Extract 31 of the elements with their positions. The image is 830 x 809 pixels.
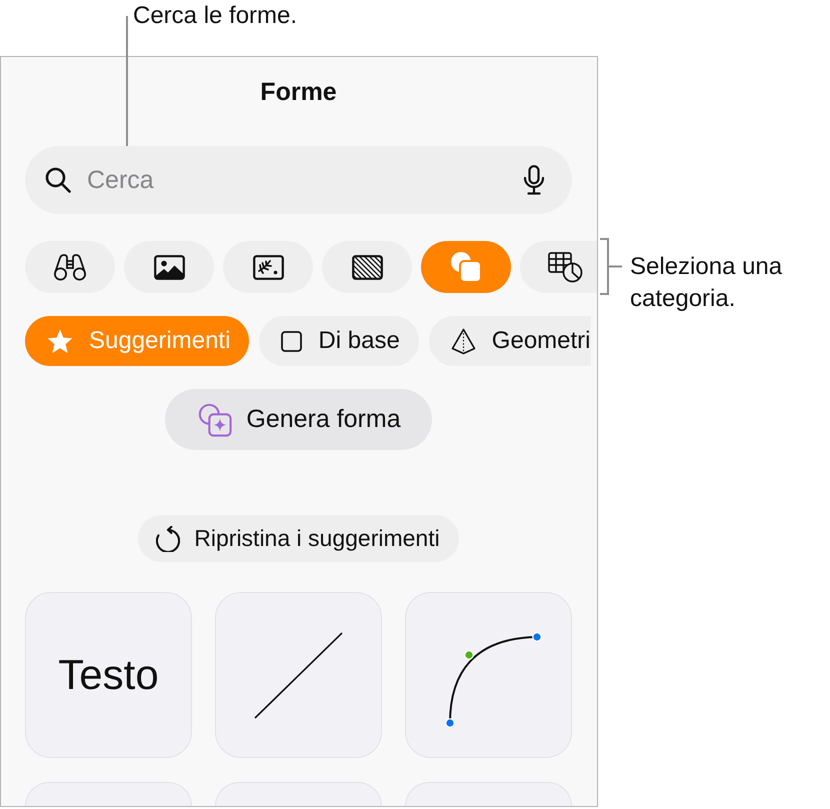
diagonal-line-icon: [254, 632, 343, 718]
shapes-icon: [450, 251, 482, 283]
table-chart-icon: [548, 252, 583, 282]
shape-tile[interactable]: [215, 782, 382, 806]
panel-title: Forme: [260, 79, 337, 105]
bracket-leader: [598, 238, 622, 295]
hatched-square-icon: [352, 254, 382, 280]
generate-shape-button[interactable]: Genera forma: [165, 389, 432, 450]
pyramid-icon: [450, 328, 476, 354]
reset-suggestions-button[interactable]: Ripristina i suggerimenti: [138, 515, 459, 562]
category-chip[interactable]: Geometri: [428, 316, 590, 366]
callout-text: Seleziona una categoria.: [630, 252, 784, 314]
category-button[interactable]: [520, 241, 597, 293]
shape-tile[interactable]: [405, 592, 572, 758]
shape-tile[interactable]: [405, 782, 572, 806]
picture-frame-icon: [252, 254, 284, 280]
shape-tile[interactable]: [25, 782, 192, 806]
photo-icon: [154, 254, 184, 280]
search-field[interactable]: Cerca: [25, 146, 572, 214]
callout-text: Cerca le forme.: [133, 1, 298, 31]
category-chip[interactable]: Di base: [259, 316, 419, 366]
search-icon: [45, 167, 71, 193]
shape-tile[interactable]: [215, 592, 382, 758]
bezier-curve-icon: [444, 632, 542, 728]
binoculars-icon: [53, 253, 87, 281]
star-icon: [47, 328, 73, 354]
shape-tile[interactable]: Testo: [25, 592, 192, 758]
microphone-icon[interactable]: [523, 165, 545, 195]
reset-icon: [156, 526, 180, 552]
square-icon: [281, 330, 302, 352]
sparkle-shape-icon: [198, 402, 232, 436]
